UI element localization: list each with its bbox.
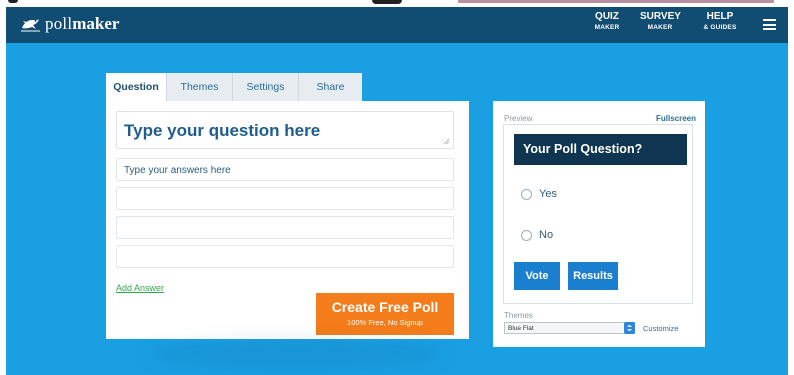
answer-input-3[interactable] (116, 216, 454, 239)
pollmaker-logo[interactable]: poll maker (20, 13, 119, 35)
question-placeholder: Type your question here (124, 121, 321, 140)
resize-grip-icon[interactable] (443, 138, 450, 145)
nav-help-guides[interactable]: HELP & GUIDES (700, 11, 740, 31)
tab-themes[interactable]: Themes (167, 73, 233, 101)
hamburger-menu-icon[interactable] (763, 19, 776, 30)
tab-share[interactable]: Share (299, 73, 362, 101)
editor-tabs: Question Themes Settings Share (106, 73, 362, 101)
preview-option-yes[interactable]: Yes (521, 188, 557, 200)
theme-select[interactable]: Blue Flat (504, 322, 635, 334)
fullscreen-link[interactable]: Fullscreen (656, 114, 696, 123)
answer-input-4[interactable] (116, 245, 454, 268)
answer-placeholder: Type your answers here (124, 165, 231, 176)
answer-input-1[interactable]: Type your answers here (116, 158, 454, 181)
parrot-logo-icon (21, 19, 40, 32)
radio-button-icon[interactable] (521, 188, 532, 200)
logo-text-bold: maker (72, 14, 120, 33)
vote-button[interactable]: Vote (514, 262, 560, 290)
nav-help-line1: HELP (706, 11, 734, 22)
top-navbar: poll maker QUIZ MAKER SURVEY MAKER HELP &… (6, 7, 788, 43)
tab-settings[interactable]: Settings (233, 73, 299, 101)
create-button-subtitle: 100% Free, No Signup (347, 318, 423, 327)
preview-question: Your Poll Question? (514, 134, 687, 165)
crop-artifact (458, 0, 774, 3)
question-input[interactable]: Type your question here (116, 111, 454, 149)
nav-quiz-line2: MAKER (594, 23, 620, 31)
crop-artifact (372, 0, 402, 4)
nav-help-line2: & GUIDES (703, 23, 737, 31)
poll-editor-card: Type your question here Type your answer… (106, 101, 469, 339)
create-free-poll-button[interactable]: Create Free Poll 100% Free, No Signup (316, 293, 454, 335)
customize-link[interactable]: Customize (643, 324, 678, 333)
app-frame: poll maker QUIZ MAKER SURVEY MAKER HELP &… (6, 7, 788, 375)
poll-preview-panel: Preview Fullscreen Your Poll Question? Y… (493, 101, 705, 347)
add-answer-link[interactable]: Add Answer (116, 283, 164, 293)
nav-quiz-line1: QUIZ (595, 11, 619, 22)
preview-label: Preview (504, 114, 533, 123)
card-shadow (146, 339, 446, 369)
theme-selected-value: Blue Flat (508, 324, 534, 332)
create-button-title: Create Free Poll (331, 299, 439, 315)
select-arrows-icon[interactable] (624, 322, 635, 334)
nav-survey-maker[interactable]: SURVEY MAKER (640, 11, 681, 31)
option-label: No (539, 229, 554, 241)
nav-quiz-maker[interactable]: QUIZ MAKER (590, 11, 624, 31)
preview-option-no[interactable]: No (521, 229, 553, 241)
radio-button-icon[interactable] (521, 229, 532, 241)
option-label: Yes (539, 188, 557, 200)
top-crop-strip (0, 0, 794, 7)
themes-label: Themes (504, 311, 533, 320)
results-button[interactable]: Results (568, 262, 618, 290)
tab-question[interactable]: Question (106, 73, 167, 101)
nav-survey-line1: SURVEY (640, 11, 681, 22)
answer-input-2[interactable] (116, 187, 454, 210)
preview-poll-widget: Your Poll Question? Yes No Vote Results (503, 124, 693, 304)
nav-survey-line2: MAKER (647, 23, 673, 31)
logo-text-light: poll (45, 14, 73, 33)
crop-artifact (8, 0, 18, 3)
